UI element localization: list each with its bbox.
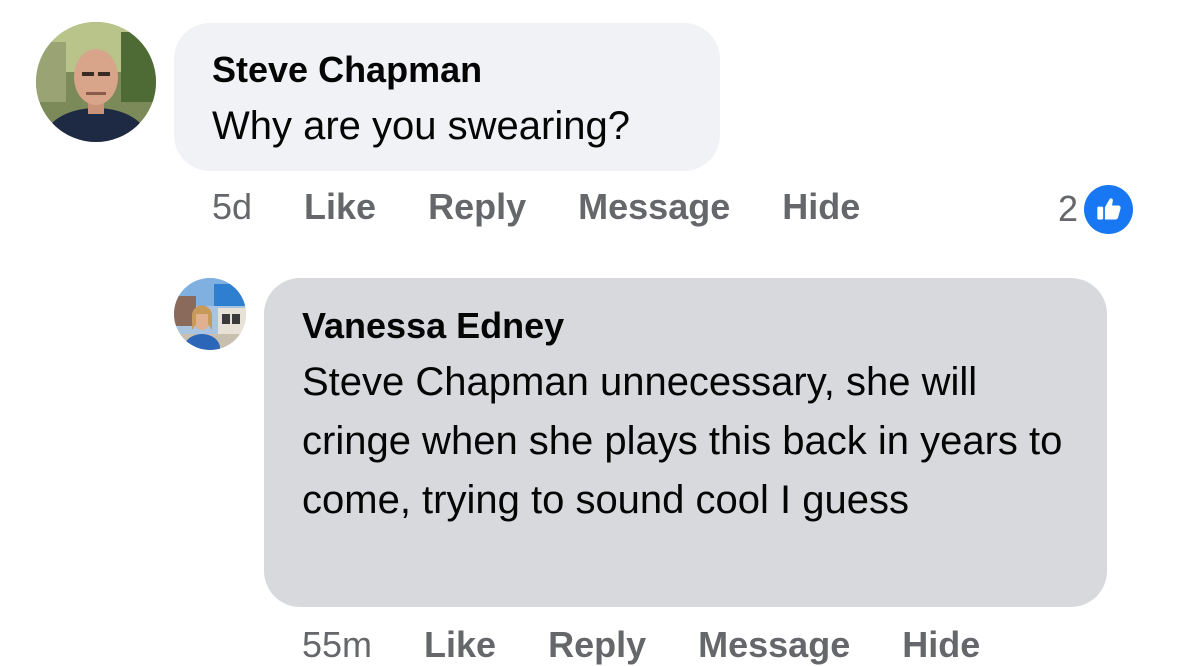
comment-author[interactable]: Vanessa Edney: [302, 304, 1069, 348]
comment-actions: 5d Like Reply Message Hide: [212, 186, 860, 228]
reaction-summary[interactable]: 2: [1058, 183, 1134, 235]
reply-bubble: Vanessa Edney Steve Chapman unnecessary,…: [264, 278, 1107, 607]
avatar-vanessa-edney[interactable]: [174, 278, 246, 350]
comment-timestamp[interactable]: 55m: [302, 624, 372, 666]
reaction-count: 2: [1058, 188, 1079, 229]
comment-timestamp[interactable]: 5d: [212, 186, 252, 228]
hide-button[interactable]: Hide: [902, 624, 980, 666]
like-button[interactable]: Like: [304, 186, 376, 228]
comment-text: Steve Chapman unnecessary, she will crin…: [302, 360, 1063, 522]
reply-button[interactable]: Reply: [548, 624, 646, 666]
message-button[interactable]: Message: [578, 186, 730, 228]
hide-button[interactable]: Hide: [782, 186, 860, 228]
comment-actions: 55m Like Reply Message Hide: [302, 624, 980, 666]
reply-button[interactable]: Reply: [428, 186, 526, 228]
comment-text: Why are you swearing?: [212, 104, 630, 148]
avatar-steve-chapman[interactable]: [36, 22, 156, 142]
comment-bubble: Steve Chapman Why are you swearing?: [174, 23, 720, 171]
thumbs-up-icon: [1084, 184, 1134, 234]
like-button[interactable]: Like: [424, 624, 496, 666]
profile-photo: [174, 278, 246, 350]
comment-author[interactable]: Steve Chapman: [212, 48, 682, 92]
profile-photo: [36, 22, 156, 142]
message-button[interactable]: Message: [698, 624, 850, 666]
